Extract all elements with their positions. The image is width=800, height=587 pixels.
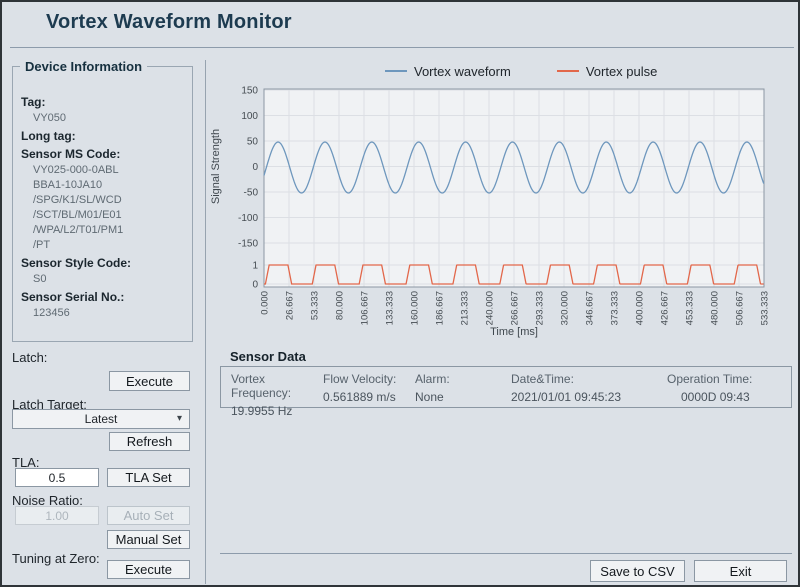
sensor-ms-code-line: /SPG/K1/SL/WCD <box>33 193 184 207</box>
sensor-ms-code-line: /PT <box>33 238 184 252</box>
latch-label: Latch: <box>12 350 47 365</box>
svg-text:Time [ms]: Time [ms] <box>490 326 538 338</box>
svg-text:0: 0 <box>252 162 258 173</box>
svg-text:106.667: 106.667 <box>360 291 371 325</box>
sensor-col-alarm: Alarm: None <box>415 372 511 407</box>
sensor-ms-code-line: /WPA/L2/T01/PM1 <box>33 223 184 237</box>
latch-target-dropdown[interactable]: Latest ▾ <box>12 409 190 429</box>
sensor-ms-code-label: Sensor MS Code: <box>21 148 184 161</box>
svg-text:506.667: 506.667 <box>735 291 746 325</box>
svg-text:213.333: 213.333 <box>460 291 471 325</box>
sensor-col-flow-velocity: Flow Velocity: 0.561889 m/s <box>323 372 415 407</box>
svg-text:160.000: 160.000 <box>410 291 421 325</box>
vortex-frequency-value: 19.9955 Hz <box>231 404 323 418</box>
svg-text:100: 100 <box>241 111 258 122</box>
title-divider <box>10 47 794 48</box>
sensor-serial-value: 123456 <box>33 306 184 320</box>
tuning-at-zero-label: Tuning at Zero: <box>12 551 100 566</box>
sensor-ms-code-line: VY025-000-0ABL <box>33 163 184 177</box>
svg-text:533.333: 533.333 <box>760 291 771 325</box>
svg-text:50: 50 <box>247 137 259 148</box>
sensor-style-code-value: S0 <box>33 272 184 286</box>
sensor-ms-code-line: /SCT/BL/M01/E01 <box>33 208 184 222</box>
waveform-chart: 0.000 26.667 53.333 80.000 106.667 133.333 160… <box>205 57 800 347</box>
noise-ratio-input <box>15 506 99 525</box>
svg-text:480.000: 480.000 <box>710 291 721 325</box>
svg-text:426.667: 426.667 <box>660 291 671 325</box>
sensor-col-operation-time: Operation Time: 0000D 09:43 <box>645 372 752 407</box>
sensor-ms-code-line: BBA1-10JA10 <box>33 178 184 192</box>
svg-text:-150: -150 <box>238 239 258 250</box>
tuning-execute-button[interactable]: Execute <box>107 560 190 579</box>
svg-text:453.333: 453.333 <box>685 291 696 325</box>
sensor-serial-label: Sensor Serial No.: <box>21 291 184 304</box>
footer-divider <box>220 553 792 554</box>
datetime-label: Date&Time: <box>511 372 645 386</box>
vortex-frequency-label: Vortex Frequency: <box>231 372 323 400</box>
vortex-monitor-window: Vortex Waveform Monitor Tag: VY050 Long … <box>0 0 800 587</box>
latch-target-selected-value: Latest <box>85 412 118 426</box>
tag-value: VY050 <box>33 111 184 125</box>
svg-text:346.667: 346.667 <box>585 291 596 325</box>
svg-text:1: 1 <box>252 261 258 272</box>
tla-set-button[interactable]: TLA Set <box>107 468 190 487</box>
svg-text:150: 150 <box>241 86 258 97</box>
svg-text:26.667: 26.667 <box>285 291 296 320</box>
page-title: Vortex Waveform Monitor <box>46 11 292 34</box>
sensor-col-datetime: Date&Time: 2021/01/01 09:45:23 <box>511 372 645 407</box>
datetime-value: 2021/01/01 09:45:23 <box>511 390 645 404</box>
svg-text:320.000: 320.000 <box>560 291 571 325</box>
exit-button[interactable]: Exit <box>694 560 787 582</box>
svg-text:0: 0 <box>252 280 258 291</box>
svg-text:240.000: 240.000 <box>485 291 496 325</box>
device-info-title: Device Information <box>20 59 147 74</box>
device-info-panel: Tag: VY050 Long tag: Sensor MS Code: VY0… <box>12 66 193 342</box>
long-tag-label: Long tag: <box>21 130 184 143</box>
operation-time-value: 0000D 09:43 <box>667 390 752 404</box>
flow-velocity-label: Flow Velocity: <box>323 372 415 386</box>
operation-time-label: Operation Time: <box>667 372 752 386</box>
svg-text:80.000: 80.000 <box>335 291 346 320</box>
chevron-down-icon: ▾ <box>177 413 182 424</box>
svg-text:400.000: 400.000 <box>635 291 646 325</box>
alarm-label: Alarm: <box>415 372 511 386</box>
flow-velocity-value: 0.561889 m/s <box>323 390 415 404</box>
latch-execute-button[interactable]: Execute <box>109 371 190 391</box>
svg-text:53.333: 53.333 <box>310 291 321 320</box>
manual-set-button[interactable]: Manual Set <box>107 530 190 549</box>
svg-text:-100: -100 <box>238 213 258 224</box>
sensor-data-panel: Vortex Frequency: 19.9955 Hz Flow Veloci… <box>220 366 792 408</box>
sensor-data-title: Sensor Data <box>230 349 306 364</box>
svg-text:133.333: 133.333 <box>385 291 396 325</box>
svg-text:293.333: 293.333 <box>535 291 546 325</box>
svg-text:-50: -50 <box>244 188 259 199</box>
svg-text:186.667: 186.667 <box>435 291 446 325</box>
sensor-col-vortex-frequency: Vortex Frequency: 19.9955 Hz <box>231 372 323 407</box>
auto-set-button: Auto Set <box>107 506 190 525</box>
sensor-style-code-label: Sensor Style Code: <box>21 257 184 270</box>
tla-input[interactable] <box>15 468 99 487</box>
tag-label: Tag: <box>21 96 184 109</box>
svg-text:Signal Strength: Signal Strength <box>210 129 222 204</box>
alarm-value: None <box>415 390 511 404</box>
svg-text:0.000: 0.000 <box>260 291 271 315</box>
save-to-csv-button[interactable]: Save to CSV <box>590 560 685 582</box>
refresh-button[interactable]: Refresh <box>109 432 190 451</box>
svg-text:373.333: 373.333 <box>610 291 621 325</box>
svg-text:266.667: 266.667 <box>510 291 521 325</box>
